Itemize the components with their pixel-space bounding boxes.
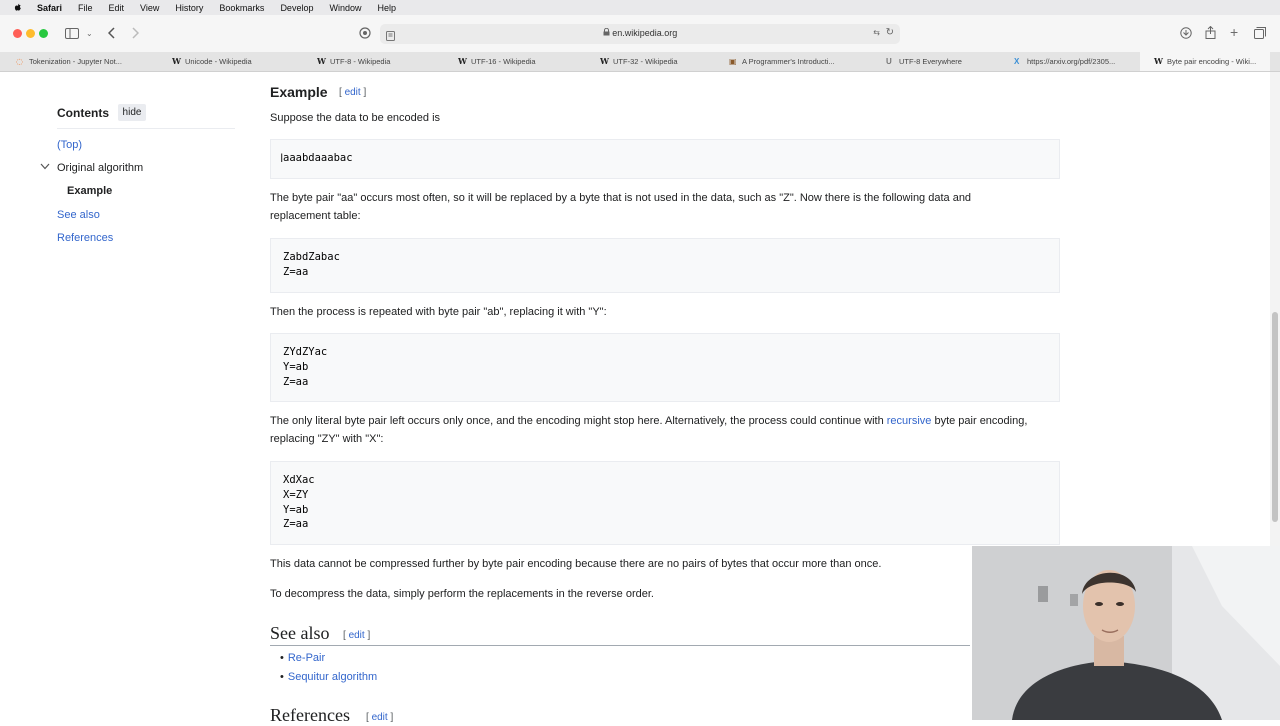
chevron-down-icon[interactable]: ⌄ (86, 28, 93, 40)
menu-help[interactable]: Help (377, 3, 396, 13)
wikipedia-icon: W (458, 56, 467, 66)
share-icon[interactable] (1205, 25, 1216, 41)
code-text: ZYdZYac Y=ab Z=aa (283, 346, 328, 388)
tab-programmers-intro[interactable]: ▣ A Programmer's Introducti... (729, 52, 857, 71)
see-also-item-re-pair[interactable]: Re-Pair (280, 652, 325, 664)
tab-label: A Programmer's Introducti... (742, 57, 835, 66)
edit-section-link: [ edit ] (366, 712, 394, 723)
text-cursor-icon: I (280, 151, 284, 165)
heading-rule (270, 645, 970, 646)
tab-unicode[interactable]: W Unicode - Wikipedia (172, 52, 292, 71)
code-block-1: aaabdaaabac (270, 139, 1060, 179)
menu-develop[interactable]: Develop (280, 3, 313, 13)
menu-history[interactable]: History (175, 3, 203, 13)
address-url: en.wikipedia.org (612, 28, 678, 38)
tab-byte-pair-encoding[interactable]: W Byte pair encoding - Wiki... (1140, 52, 1270, 71)
webcam-person-image (972, 546, 1280, 720)
paragraph-3: Then the process is repeated with byte p… (270, 306, 607, 318)
u-icon: U (886, 57, 892, 66)
code-text: aaabdaaabac (283, 152, 353, 164)
zoom-window-button[interactable] (39, 29, 48, 38)
tab-tokenization[interactable]: ◌ Tokenization - Jupyter Not... (16, 52, 144, 71)
paragraph-2: The byte pair "aa" occurs most often, so… (270, 192, 972, 222)
tab-label: UTF-8 - Wikipedia (330, 57, 391, 66)
tab-overview-icon[interactable] (1254, 27, 1266, 41)
menu-safari[interactable]: Safari (37, 3, 62, 13)
code-block-4: XdXac X=ZY Y=ab Z=aa (270, 461, 1060, 545)
forward-icon[interactable] (131, 27, 140, 41)
arxiv-icon: X (1014, 57, 1020, 66)
tab-arxiv[interactable]: Xhttps://arxiv.org/pdf/2305... (1014, 52, 1138, 71)
wikipedia-icon: W (1154, 56, 1163, 66)
webcam-overlay (972, 546, 1280, 720)
sidebar-toggle-icon[interactable] (65, 28, 79, 41)
privacy-report-icon[interactable] (359, 27, 371, 41)
menu-file[interactable]: File (78, 3, 93, 13)
toc-item-original-algorithm[interactable]: Original algorithm (57, 162, 143, 174)
edit-link[interactable]: edit (349, 630, 365, 641)
edit-link[interactable]: edit (372, 712, 388, 723)
toc-divider (57, 128, 235, 129)
see-also-heading: See also (270, 623, 330, 643)
recursive-link[interactable]: recursive (887, 415, 932, 427)
edit-section-link: [ edit ] (343, 630, 371, 641)
address-bar[interactable]: en.wikipedia.org ⇆ ↻ (380, 24, 900, 44)
edit-link[interactable]: edit (345, 87, 361, 98)
toc-item-references[interactable]: References (57, 232, 113, 244)
see-also-item-sequitur[interactable]: Sequitur algorithm (280, 671, 377, 683)
menu-view[interactable]: View (140, 3, 159, 13)
wikipedia-icon: W (172, 56, 181, 66)
image-icon: ▣ (729, 56, 737, 66)
paragraph-6: To decompress the data, simply perform t… (270, 588, 654, 600)
address-text-wrap: en.wikipedia.org (380, 27, 900, 38)
tab-label: UTF-32 - Wikipedia (613, 57, 678, 66)
close-window-button[interactable] (13, 29, 22, 38)
toc-title: Contents (57, 106, 109, 120)
tab-utf16[interactable]: W UTF-16 - Wikipedia (458, 52, 568, 71)
paragraph-5: This data cannot be compressed further b… (270, 558, 882, 570)
tab-utf8[interactable]: W UTF-8 - Wikipedia (317, 52, 427, 71)
paragraph-4-text: The only literal byte pair left occurs o… (270, 415, 887, 427)
tab-utf8-everywhere[interactable]: U UTF-8 Everywhere (886, 52, 996, 71)
tab-utf32[interactable]: W UTF-32 - Wikipedia (600, 52, 710, 71)
menu-bookmarks[interactable]: Bookmarks (219, 3, 264, 13)
wikipedia-icon: W (317, 56, 326, 66)
translate-icon[interactable]: ⇆ (873, 28, 880, 37)
downloads-icon[interactable] (1180, 27, 1192, 41)
wikipedia-icon: W (600, 56, 609, 66)
tab-label: https://arxiv.org/pdf/2305... (1027, 57, 1116, 66)
toc-item-top[interactable]: (Top) (57, 139, 82, 151)
minimize-window-button[interactable] (26, 29, 35, 38)
code-block-3: ZYdZYac Y=ab Z=aa (270, 333, 1060, 402)
edit-section-link: [ edit ] (339, 87, 367, 98)
tab-label: UTF-16 - Wikipedia (471, 57, 536, 66)
references-heading: References (270, 705, 350, 725)
code-text: ZabdZabac Z=aa (283, 251, 340, 278)
new-tab-icon[interactable]: + (1230, 25, 1238, 39)
code-block-2: ZabdZabac Z=aa (270, 238, 1060, 293)
tab-label: Unicode - Wikipedia (185, 57, 252, 66)
toc-item-example[interactable]: Example (67, 185, 112, 197)
scrollbar-thumb[interactable] (1272, 312, 1278, 522)
code-text: XdXac X=ZY Y=ab Z=aa (283, 474, 315, 531)
menu-bar: Safari File Edit View History Bookmarks … (0, 0, 1280, 15)
tab-label: Tokenization - Jupyter Not... (29, 57, 122, 66)
back-icon[interactable] (107, 27, 116, 41)
jupyter-icon: ◌ (16, 56, 23, 66)
lock-icon (603, 27, 613, 38)
intro-text: Suppose the data to be encoded is (270, 112, 441, 124)
tab-bar: ◌ Tokenization - Jupyter Not... W Unicode … (0, 52, 1280, 72)
toc-item-see-also[interactable]: See also (57, 209, 100, 221)
example-heading: Example (270, 84, 328, 100)
menu-window[interactable]: Window (329, 3, 361, 13)
tab-label: Byte pair encoding - Wiki... (1167, 57, 1257, 66)
apple-icon[interactable] (13, 3, 23, 13)
toc-hide-button[interactable]: hide (118, 104, 146, 121)
chevron-down-icon[interactable] (40, 162, 50, 172)
menu-edit[interactable]: Edit (109, 3, 125, 13)
paragraph-4: The only literal byte pair left occurs o… (270, 412, 1030, 448)
reload-icon[interactable]: ↻ (886, 27, 894, 38)
tab-label: UTF-8 Everywhere (899, 57, 962, 66)
